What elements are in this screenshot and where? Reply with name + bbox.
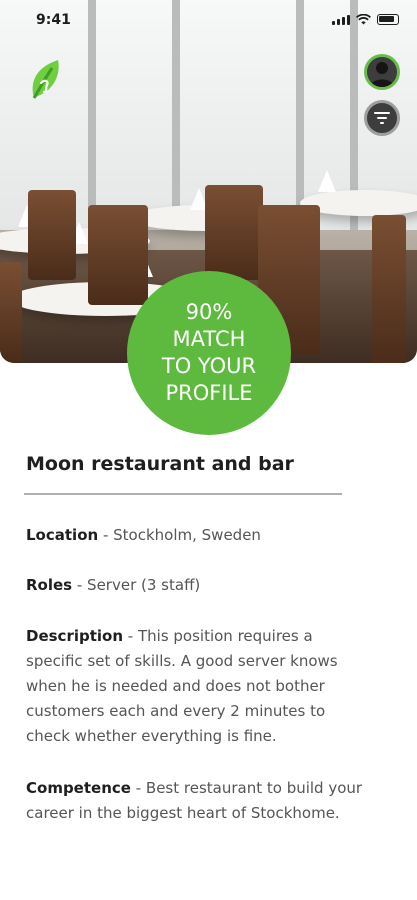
chair <box>28 190 76 280</box>
description-label: Description <box>26 627 124 645</box>
chair <box>88 205 148 305</box>
wifi-icon <box>356 14 371 25</box>
match-text-line: PROFILE <box>165 381 253 405</box>
divider <box>24 493 342 495</box>
competence-label: Competence <box>26 779 131 797</box>
location-value: - Stockholm, Sweden <box>98 526 261 544</box>
roles-label: Roles <box>26 576 73 594</box>
napkin <box>318 170 336 192</box>
status-bar: 9:41 <box>0 0 417 44</box>
filter-icon <box>374 112 390 124</box>
competence-row: Competence - Best restaurant to build yo… <box>26 776 398 826</box>
filter-button[interactable] <box>364 100 400 136</box>
battery-icon <box>377 14 399 25</box>
chair <box>0 262 22 362</box>
match-text-line: TO YOUR <box>161 354 257 378</box>
match-score-badge: 90% MATCH TO YOUR PROFILE <box>127 271 291 435</box>
status-icons <box>332 14 399 25</box>
match-percent: 90% <box>185 300 233 324</box>
chair <box>372 215 406 363</box>
restaurant-title: Moon restaurant and bar <box>26 453 294 475</box>
roles-row: Roles - Server (3 staff) <box>26 573 396 598</box>
match-text-line: MATCH <box>172 327 246 351</box>
profile-avatar-button[interactable] <box>364 54 400 90</box>
location-row: Location - Stockholm, Sweden <box>26 523 396 548</box>
roles-value: - Server (3 staff) <box>72 576 201 594</box>
description-row: Description - This position requires a s… <box>26 624 371 749</box>
status-time: 9:41 <box>36 12 71 28</box>
cellular-signal-icon <box>332 15 350 25</box>
leaf-logo-icon[interactable] <box>28 58 62 100</box>
user-avatar-icon <box>370 62 394 87</box>
chair <box>205 185 263 280</box>
location-label: Location <box>26 526 99 544</box>
